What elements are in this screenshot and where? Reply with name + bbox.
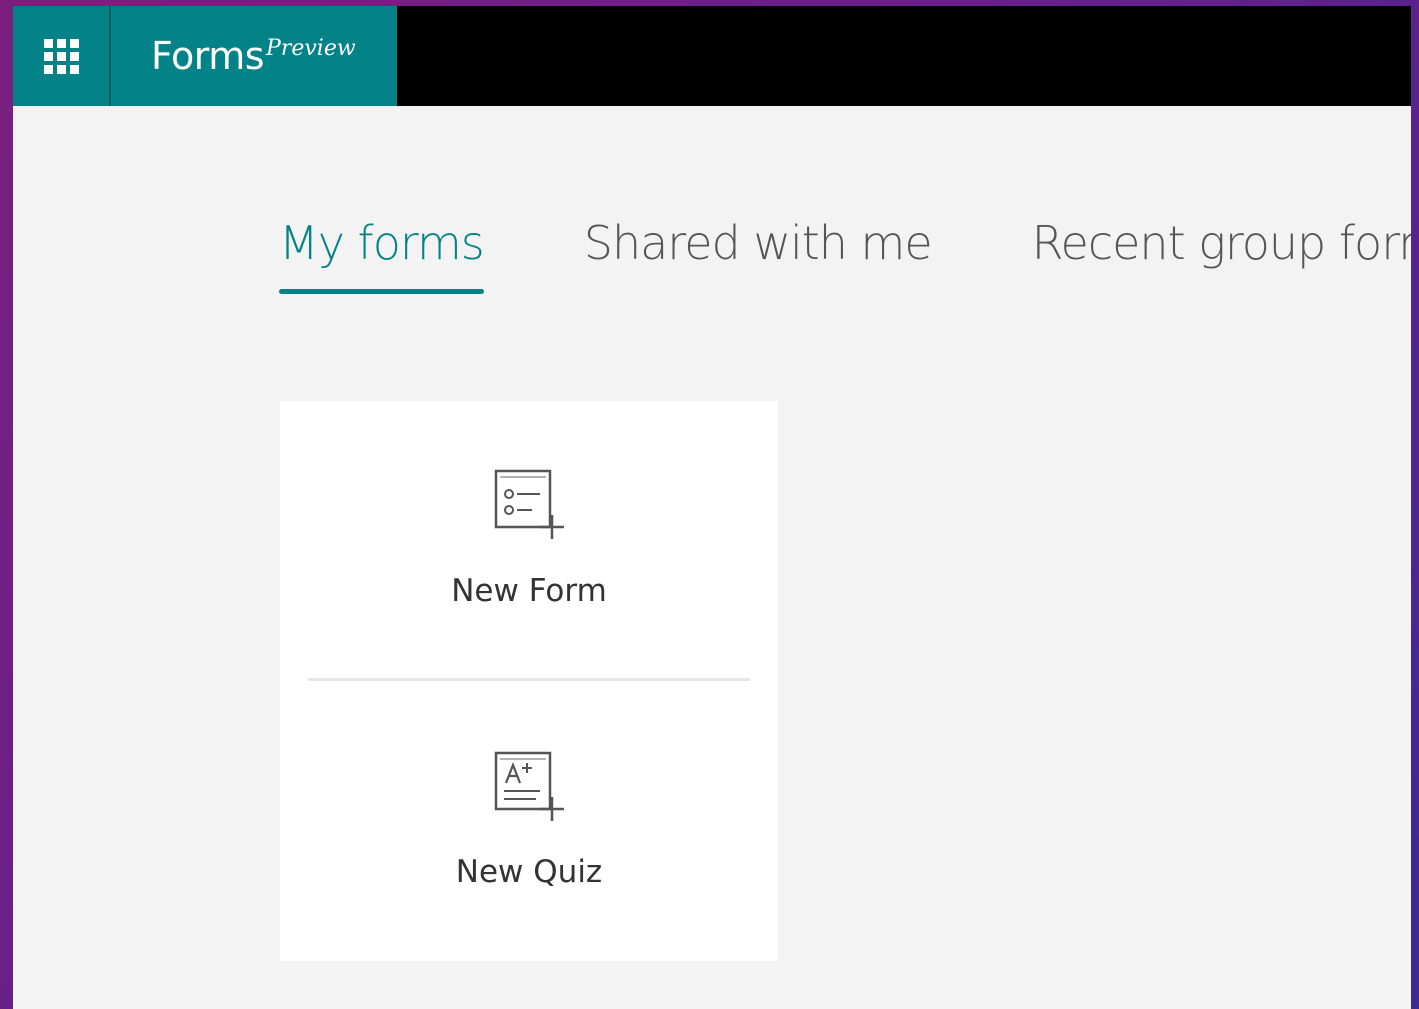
app-preview-tag: Preview [266,35,356,61]
forms-tabs: My forms Shared with me Recent group for… [279,216,1411,294]
new-quiz-icon [494,751,564,821]
tab-recent-group-forms[interactable]: Recent group forms [1032,216,1411,270]
new-form-icon [494,469,564,539]
tab-my-forms[interactable]: My forms [279,216,485,294]
new-form-button[interactable]: New Form [280,401,778,681]
create-card: New Form New Quiz [280,401,778,961]
new-form-label: New Form [451,573,607,609]
app-brand[interactable]: Forms Preview [111,6,397,106]
new-quiz-button[interactable]: New Quiz [280,681,778,961]
app-name: Forms [151,34,265,78]
app-launcher-button[interactable] [13,6,109,106]
app-launcher-icon [43,38,79,74]
forms-app-window: Forms Preview My forms Shared with me Rec… [13,6,1411,1009]
top-bar: Forms Preview [13,6,1411,106]
tab-shared-with-me[interactable]: Shared with me [584,216,933,270]
new-quiz-label: New Quiz [455,854,603,890]
